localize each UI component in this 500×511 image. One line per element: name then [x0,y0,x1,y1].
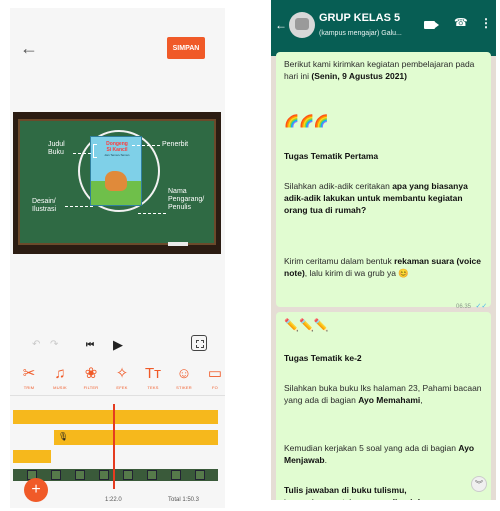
magic-wand-icon: ✧ [115,365,129,382]
label-penerbit: Penerbit [162,141,189,148]
total-duration: Total 1:50.3 [168,497,200,503]
skip-to-start-icon[interactable]: ⏮ [86,339,94,350]
message-time: 06.35 [456,304,472,310]
microphone-icon: 🎙 [58,432,69,441]
tool-label: FO [212,385,218,390]
message-bubble[interactable]: ✏️✏️✏️ Tugas Tematik ke-2 Silahkan buka … [276,312,491,507]
filmstrip-frame [147,470,157,480]
pointer-line [73,153,91,154]
voice-track-bar[interactable] [54,430,218,445]
phone-call-icon[interactable]: ☎ [454,16,468,29]
fullscreen-icon[interactable] [191,335,207,351]
submission-text: Kirim ceritamu dalam bentuk [284,256,395,266]
tool-filter[interactable]: ❀ FILTER [76,365,106,390]
filmstrip-frame [195,470,205,480]
video-call-icon[interactable] [424,21,439,29]
group-name[interactable]: GRUP KELAS 5 [319,12,400,24]
book-cover-title: Dongeng Si Kancil [106,141,128,153]
video-editor-screen: ← SIMPAN Dongeng Si Kancil dan Teman-Tem… [10,8,225,508]
tool-label: TEKS [147,385,159,390]
redo-icon[interactable]: ↷ [50,339,58,350]
music-icon: ♫ [54,365,66,382]
tool-label: MUSIK [53,385,67,390]
group-avatar[interactable] [289,12,315,38]
filmstrip-frame [75,470,85,480]
submission-instruction: Kirim ceritamu dalam bentuk rekaman suar… [284,255,484,279]
smile-emoji: 😊 [398,268,409,278]
book-cover-deer [105,171,127,191]
chalk-tray [168,242,188,246]
save-button[interactable]: SIMPAN [167,37,205,59]
message-bubble[interactable]: Berikut kami kirimkan kegiatan pembelaja… [276,52,491,310]
tool-label: EFEK [116,385,128,390]
book-cover-subtitle: dan Teman-Teman [104,153,130,157]
label-nama-pengarang: Nama Pengarang/ Penulis [168,188,205,211]
task-instruction: Silahkan adik-adik ceritakan apa yang bi… [284,180,484,216]
heading-text: Tugas Tematik Pertama [284,151,379,161]
play-icon[interactable]: ▶ [113,337,123,353]
filmstrip-frame [171,470,181,480]
filmstrip-frame [99,470,109,480]
tool-label: TRIM [23,385,35,390]
tool-label: FILTER [83,385,99,390]
add-clip-button[interactable]: + [24,478,48,502]
book-cover: Dongeng Si Kancil dan Teman-Teman [90,136,142,206]
task-exercise: Kemudian kerjakan 5 soal yang ada di bag… [284,442,484,466]
video-filmstrip[interactable] [13,469,218,481]
filmstrip-frame [51,470,61,480]
label-judul-buku: Judul Buku [48,141,65,156]
task-heading: Tugas Tematik ke-2 [284,352,484,364]
undo-icon[interactable]: ↶ [32,339,40,350]
read-receipt-icon: ✓✓ [475,303,488,310]
message-intro: Berikut kami kirimkan kegiatan pembelaja… [284,58,484,82]
writing-text: Tulis jawaban di buku tulismu, [284,485,407,495]
tool-efek[interactable]: ✧ EFEK [107,365,137,390]
tool-musik[interactable]: ♫ MUSIK [45,365,75,390]
bottom-gutter [271,500,496,511]
frame-icon: ▭ [207,365,223,382]
playhead[interactable] [113,404,115,489]
scroll-down-icon[interactable]: ︾ [471,476,487,492]
whatsapp-chat-screen: ← GRUP KELAS 5 (kampus mengajar) Galu...… [271,0,496,511]
pencil-emojis: ✏️✏️✏️ [284,318,329,332]
tool-label: STIKER [176,385,192,390]
date-text: (Senin, 9 Agustus 2021) [311,71,407,81]
sticker-icon: ☺ [176,365,192,382]
pointer-line [65,206,93,207]
instruction-text: Silahkan adik-adik ceritakan [284,181,393,191]
tool-teks[interactable]: Tт TEKS [138,365,168,390]
title-bracket [93,144,97,158]
filter-icon: ❀ [84,365,98,382]
exercise-text: Kemudian kerjakan 5 soal yang ada di bag… [284,443,459,453]
current-time: 1:22.0 [105,497,122,503]
pointer-line [132,145,160,146]
submission-text-end: , lalu kirim di wa grub ya [304,268,399,278]
punctuation: , [420,395,423,405]
tool-stiker[interactable]: ☺ STIKER [169,365,199,390]
audio-track-bar[interactable] [13,410,218,424]
scissors-icon: ✂ [22,365,36,382]
rainbow-emojis: 🌈🌈🌈 [284,114,329,128]
back-arrow-icon[interactable]: ← [20,38,40,58]
tool-trim[interactable]: ✂ TRIM [14,365,44,390]
audio-clip-bar[interactable] [13,450,51,463]
label-desain-ilustrasi: Desain/ Ilustrasi [32,198,57,213]
ayo-memahami-text: Ayo Memahami [358,395,421,405]
divider [10,395,225,396]
heading-text: Tugas Tematik ke-2 [284,353,362,363]
task-instruction: Silahkan buka buku lks halaman 23, Paham… [284,382,484,406]
punctuation: . [324,455,327,465]
message-meta: 06.35 ✓✓ [456,295,487,313]
group-subtitle[interactable]: (kampus mengajar) Galu... [319,30,402,37]
text-icon: Tт [144,365,162,382]
tool-fo[interactable]: ▭ FO [200,365,225,390]
filmstrip-frame [123,470,133,480]
back-arrow-icon[interactable]: ← [275,18,287,32]
task-heading: Tugas Tematik Pertama [284,150,484,162]
pointer-line [138,213,166,214]
more-options-icon[interactable]: ⋮ [480,16,492,30]
